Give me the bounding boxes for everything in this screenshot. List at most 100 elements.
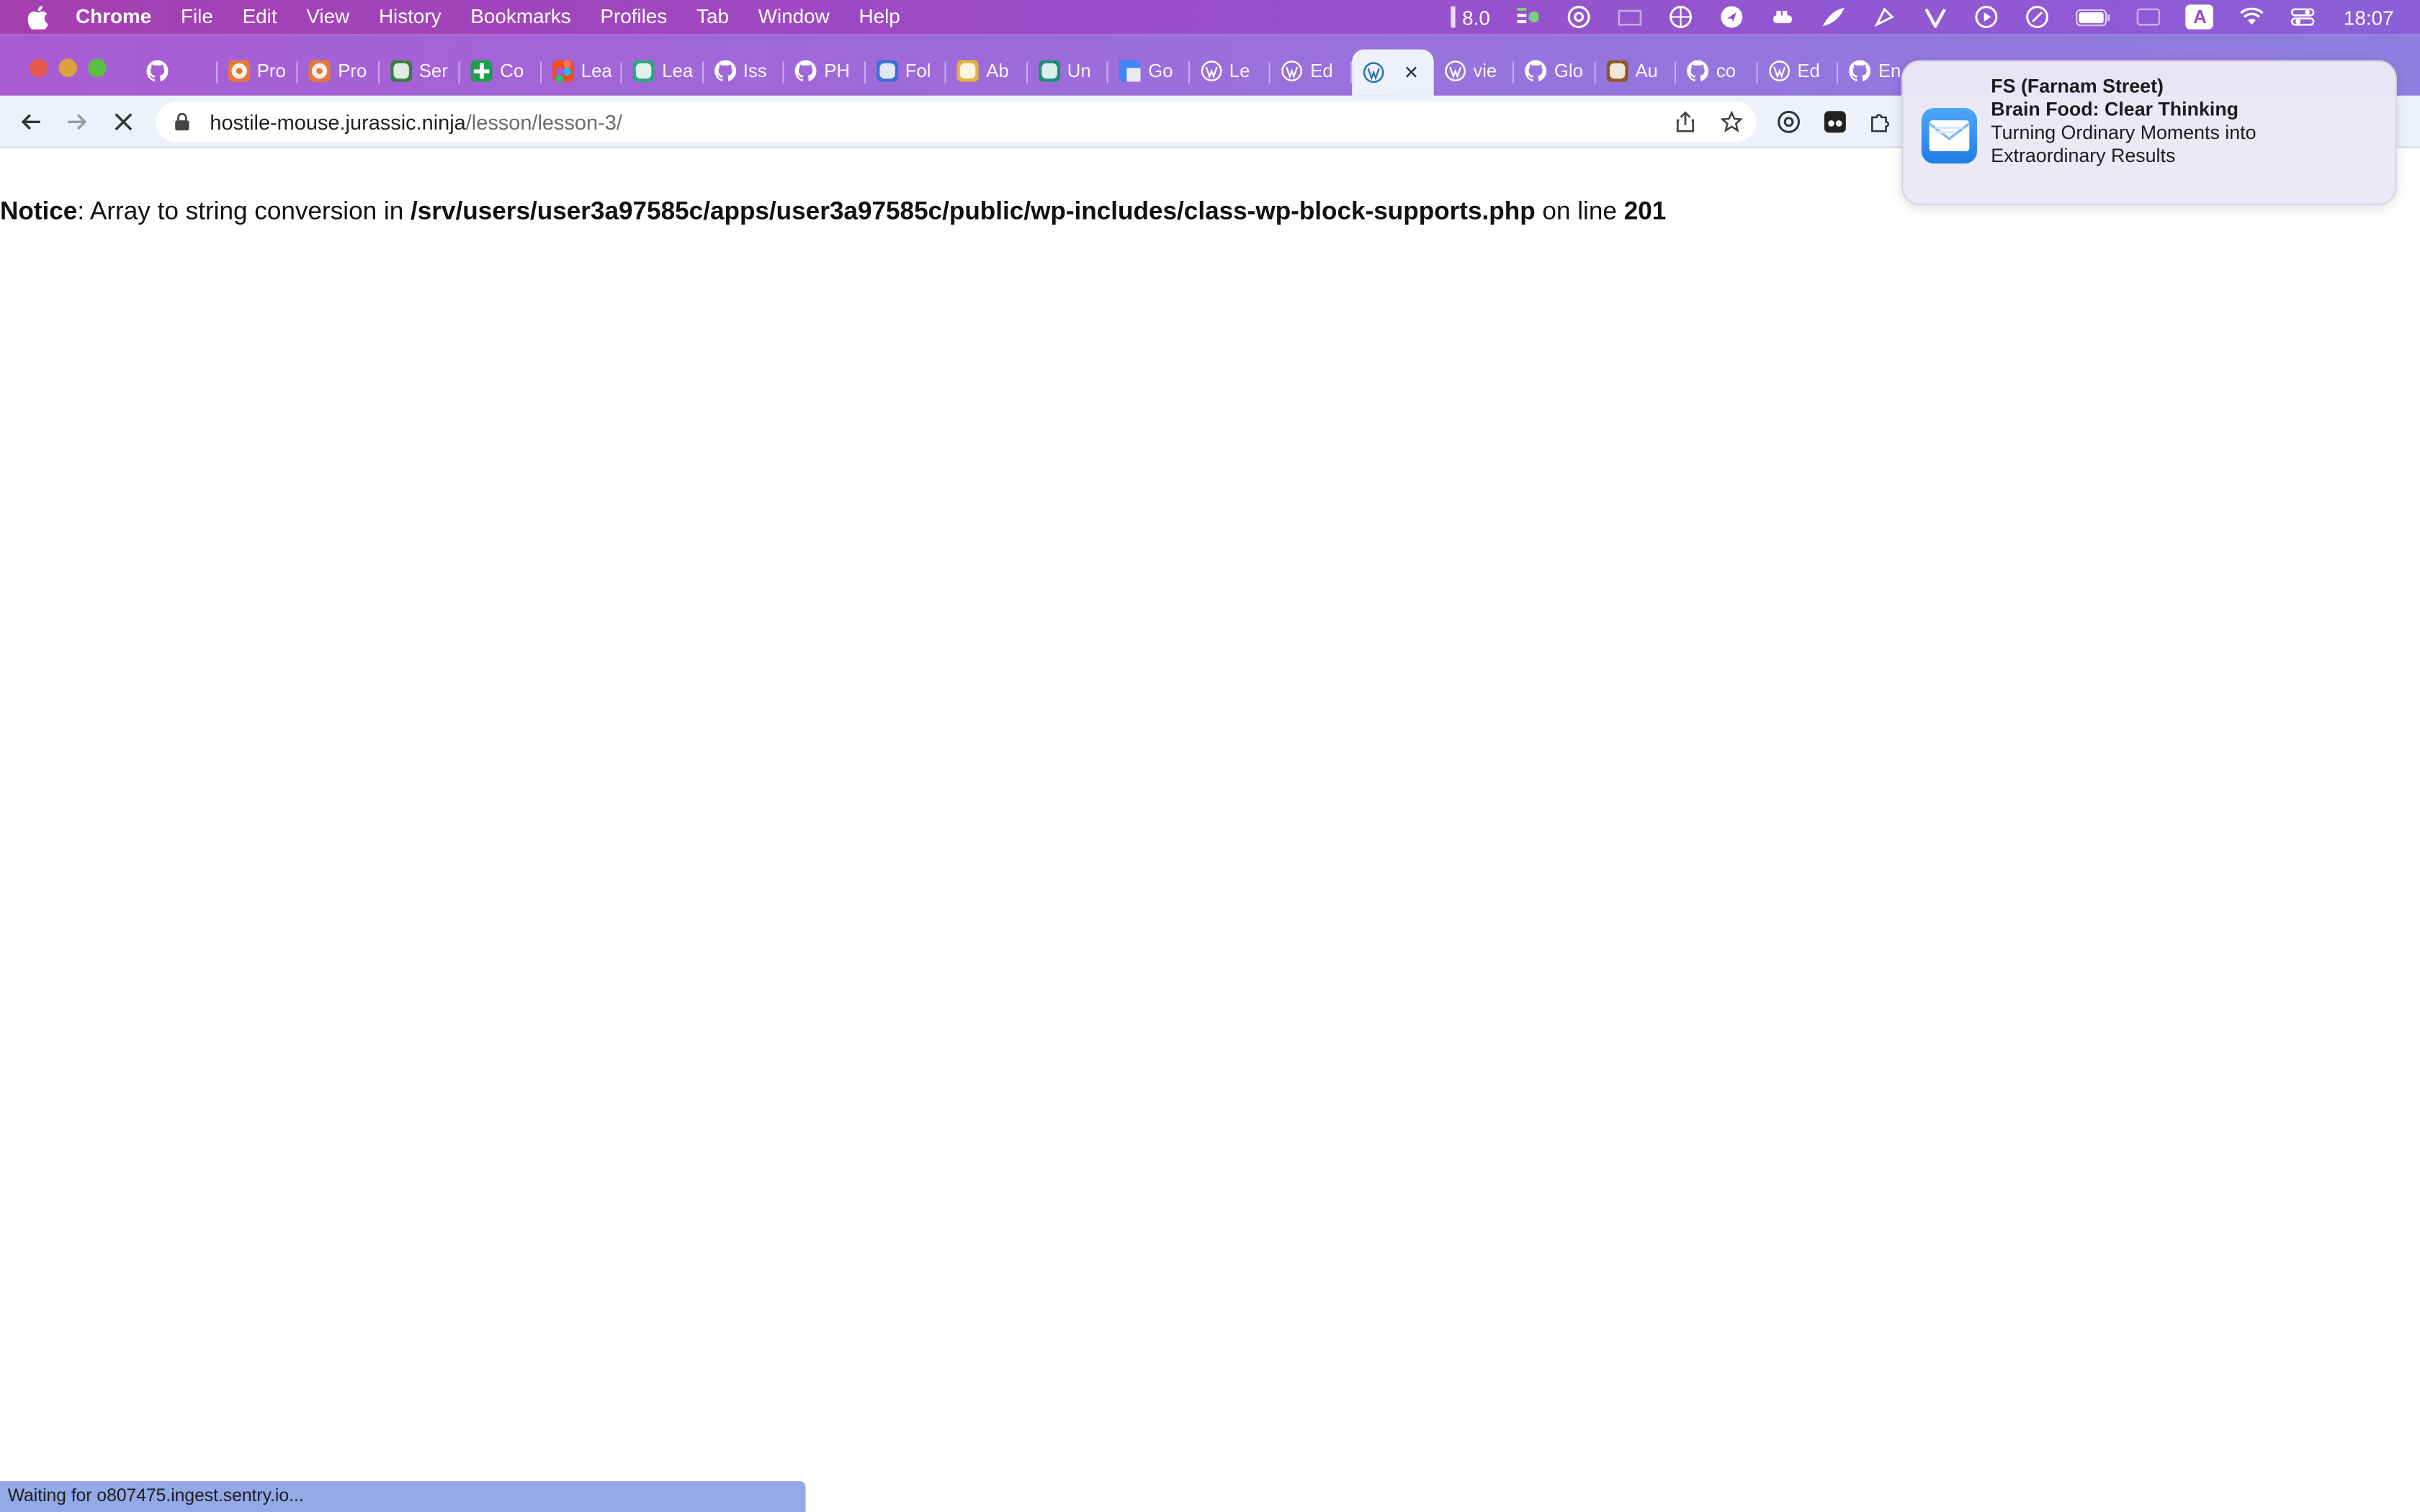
notice-file-path: /srv/users/user3a97585c/apps/user3a97585… [411,197,1536,225]
tab-label: Le [1229,60,1250,82]
minimize-window-button[interactable] [58,58,78,78]
app-icon [390,60,412,82]
play-circle-icon[interactable] [1975,6,1999,28]
notification-body-line-1: Turning Ordinary Moments into [1991,122,2257,144]
loading-status-bubble: Waiting for o807475.ingest.sentry.io... [0,1481,806,1512]
lock-icon[interactable] [174,112,193,131]
tab-le-13[interactable]: Le [1189,50,1270,93]
github-icon [1849,60,1871,82]
bookmark-star-icon[interactable] [1719,109,1744,134]
tab-label: Fol [905,60,931,82]
wordpress-icon [1200,60,1222,82]
github-icon [1687,60,1709,82]
menu-app-name[interactable]: Chrome [76,0,151,34]
tab-label: vie [1473,60,1497,82]
tab-lea-5[interactable]: Lea [541,50,622,93]
translate-icon [1119,60,1141,82]
notice-label: Notice [0,197,78,225]
app-icon [956,60,979,82]
tab-co-19[interactable]: co [1676,50,1757,93]
app-icon [632,60,655,82]
tab-label: Pro [256,60,286,82]
menu-window[interactable]: Window [758,0,830,34]
tab-label: Co [500,60,524,82]
back-arrow-icon[interactable] [17,108,45,136]
wordpress-icon [1444,60,1466,82]
tab-pro-1[interactable]: Pro [217,50,298,93]
tab-lea-6[interactable]: Lea [622,50,704,93]
send-icon[interactable] [1720,6,1744,28]
vpn-check-icon[interactable] [1924,6,1948,28]
macos-menu-bar: Chrome File Edit View History Bookmarks … [0,0,2420,35]
grid-status-icon[interactable] [1516,6,1541,28]
wifi-icon[interactable] [2240,6,2264,28]
control-center-icon[interactable] [2291,6,2316,28]
tab-ed-20[interactable]: Ed [1757,50,1839,93]
screen-mirroring-icon[interactable] [2137,6,2161,28]
status-bar-icon[interactable] [1450,6,1456,28]
apple-menu-icon[interactable] [27,4,50,29]
feather-icon[interactable] [1822,6,1847,28]
extensions-puzzle-icon[interactable] [1868,109,1892,134]
notification-sender: FS (Farnam Street) [1991,76,2164,97]
fullscreen-window-button[interactable] [88,58,107,78]
tab-active-15[interactable]: ✕ [1351,49,1433,96]
pen-tool-icon[interactable] [1873,6,1897,28]
forward-arrow-icon[interactable] [63,108,91,136]
share-icon[interactable] [1673,109,1698,134]
tab-github-0[interactable] [136,50,217,93]
status-value[interactable]: 8.0 [1462,6,1490,29]
tab-ab-10[interactable]: Ab [946,50,1028,93]
tab-label: Ser [418,60,448,82]
wordpress-icon [1281,60,1303,82]
tab-label: Ed [1310,60,1333,82]
at-sign-icon[interactable] [1567,6,1592,29]
notification-text: FS (Farnam Street) Brain Food: Clear Thi… [1991,76,2256,168]
tab-un-11[interactable]: Un [1027,50,1108,93]
menu-profiles[interactable]: Profiles [600,0,667,34]
docker-icon[interactable] [1771,6,1796,28]
tab-pro-2[interactable]: Pro [298,50,380,93]
tab-vie-16[interactable]: vie [1433,50,1515,93]
address-bar[interactable]: hostile-mouse.jurassic.ninja/lesson/less… [156,102,1757,143]
extension-at-icon[interactable] [1776,109,1801,134]
close-window-button[interactable] [29,58,48,78]
github-icon [146,60,169,82]
app-icon [1038,60,1060,82]
menu-bookmarks[interactable]: Bookmarks [470,0,570,34]
menu-history[interactable]: History [379,0,442,34]
menu-tab[interactable]: Tab [696,0,729,34]
tab-label: En [1878,60,1901,82]
extension-incognito-icon[interactable] [1823,109,1847,134]
stop-loading-icon[interactable] [109,108,138,136]
tab-ed-14[interactable]: Ed [1270,50,1352,93]
dock-status-icon[interactable] [1618,6,1643,28]
battery-icon[interactable] [2076,6,2111,28]
menu-edit[interactable]: Edit [243,0,277,34]
aperture-icon[interactable] [1669,6,1693,28]
tab-label: Ab [986,60,1009,82]
tab-co-4[interactable]: Co [460,50,542,93]
input-source-indicator[interactable]: A [2186,4,2214,30]
mail-app-icon [1921,108,1977,164]
github-icon [1525,60,1547,82]
mail-notification[interactable]: FS (Farnam Street) Brain Food: Clear Thi… [1901,60,2397,205]
tab-ser-3[interactable]: Ser [379,50,460,93]
tab-au-18[interactable]: Au [1595,50,1677,93]
notification-body-line-2: Extraordinary Results [1991,145,2176,167]
screen: Chrome File Edit View History Bookmarks … [0,0,2420,1512]
tab-list: Pro Pro Ser Co Lea Lea Iss PH Fol Ab Un Go Le Ed ✕ vie G… [136,49,1919,96]
menu-file[interactable]: File [181,0,213,34]
github-icon [714,60,736,82]
close-tab-icon[interactable]: ✕ [1404,62,1420,84]
menu-bar-clock[interactable]: 18:07 [2344,6,2394,29]
compass-icon[interactable] [2025,6,2050,28]
menu-help[interactable]: Help [859,0,900,34]
tab-fol-9[interactable]: Fol [865,50,946,93]
tab-go-12[interactable]: Go [1108,50,1190,93]
tab-ph-8[interactable]: PH [784,50,866,93]
tab-iss-7[interactable]: Iss [703,50,784,93]
menu-bar-status-area: 8.0 A 18:07 [1450,0,2420,34]
menu-view[interactable]: View [306,0,349,34]
tab-glo-17[interactable]: Glo [1514,50,1595,93]
